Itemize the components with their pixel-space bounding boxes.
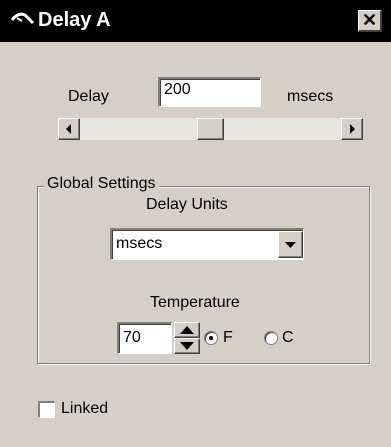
radio-fahrenheit-label: F: [223, 329, 233, 346]
arrow-left-icon: [66, 124, 71, 134]
radio-celsius[interactable]: [264, 331, 278, 345]
delay-input[interactable]: 200: [158, 77, 261, 107]
delay-units-value: msecs: [116, 235, 163, 252]
arrow-right-icon: [350, 124, 355, 134]
app-icon: [8, 11, 36, 29]
radio-selected-dot: [209, 336, 213, 340]
spin-up-button[interactable]: [174, 322, 200, 338]
delay-slider[interactable]: [58, 118, 363, 140]
temperature-input[interactable]: 70: [117, 322, 172, 354]
delay-label: Delay: [68, 88, 109, 105]
dropdown-button[interactable]: [278, 231, 303, 258]
global-settings-legend: Global Settings: [44, 175, 159, 193]
close-button[interactable]: ✕: [358, 10, 382, 32]
delay-value: 200: [164, 81, 191, 98]
delay-units-dropdown[interactable]: msecs: [110, 228, 304, 260]
slider-left-button[interactable]: [58, 118, 80, 140]
temperature-spinner[interactable]: [174, 322, 200, 354]
linked-checkbox[interactable]: [38, 401, 55, 418]
close-icon: ✕: [361, 10, 378, 30]
linked-label: Linked: [61, 400, 109, 417]
radio-celsius-label: C: [282, 329, 294, 346]
spin-down-button[interactable]: [174, 338, 200, 354]
slider-right-button[interactable]: [341, 118, 363, 140]
temperature-label: Temperature: [150, 294, 240, 311]
slider-thumb[interactable]: [197, 118, 224, 140]
window-title: Delay A: [38, 9, 111, 31]
delay-units-suffix: msecs: [287, 88, 334, 105]
arrow-down-icon: [180, 342, 194, 350]
arrow-up-icon: [180, 326, 194, 334]
chevron-down-icon: [285, 242, 296, 248]
temperature-value: 70: [123, 329, 141, 346]
delay-units-label: Delay Units: [146, 196, 228, 213]
delay-settings-window: Delay A ✕ Delay 200 msecs Global Setting…: [0, 0, 391, 447]
radio-fahrenheit[interactable]: [204, 331, 218, 345]
title-bar[interactable]: Delay A ✕: [0, 0, 391, 42]
